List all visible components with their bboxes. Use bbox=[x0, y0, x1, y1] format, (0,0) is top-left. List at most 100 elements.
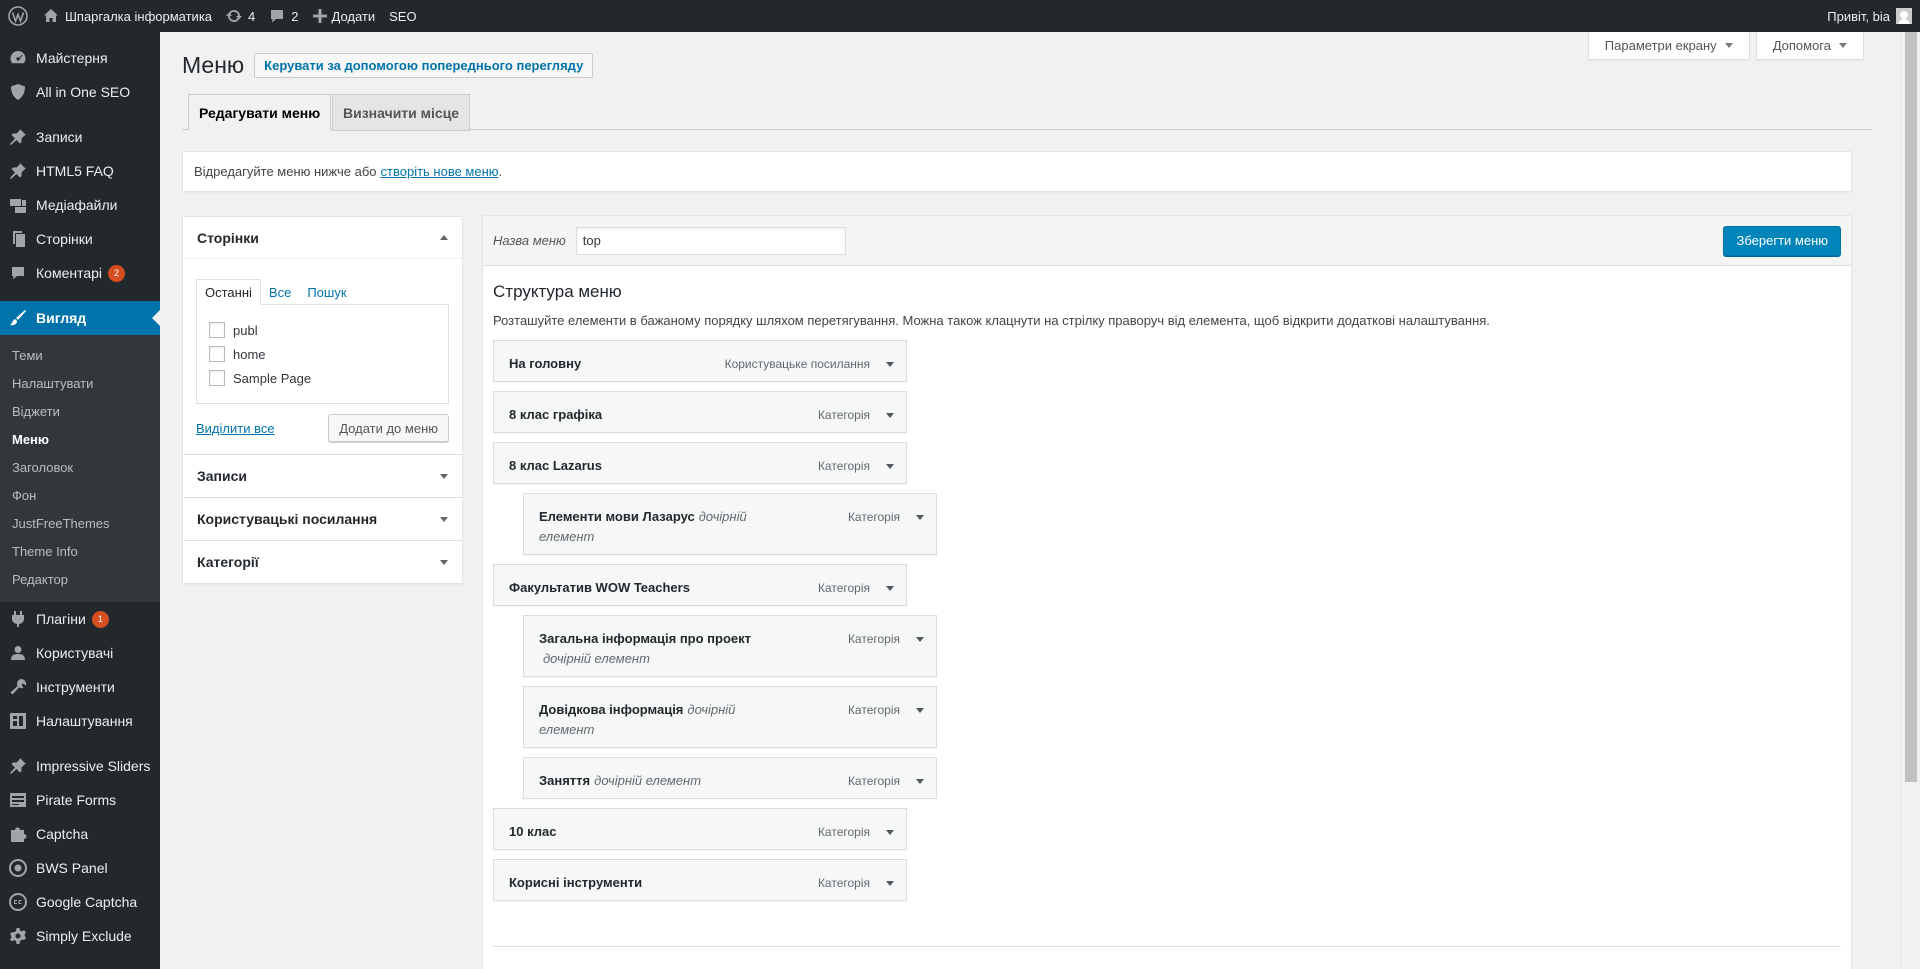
sidebar-item-impressive-sliders[interactable]: Impressive Sliders bbox=[0, 749, 160, 783]
categories-section-toggle[interactable]: Категорії bbox=[183, 541, 462, 583]
menu-item[interactable]: 8 клас графіка Категорія bbox=[493, 391, 907, 433]
settings-icon bbox=[7, 711, 29, 731]
menu-item[interactable]: Корисні інструменти Категорія bbox=[493, 859, 907, 901]
tab-all[interactable]: Все bbox=[261, 279, 299, 305]
expand-arrow-icon[interactable] bbox=[916, 779, 924, 784]
help-button[interactable]: Допомога bbox=[1755, 32, 1864, 60]
greeting-text: Привіт, bia bbox=[1827, 8, 1890, 24]
submenu-item-justfreethemes[interactable]: JustFreeThemes bbox=[0, 510, 160, 538]
scrollbar-thumb[interactable] bbox=[1905, 32, 1917, 782]
sidebar-item-html5faq[interactable]: HTML5 FAQ bbox=[0, 154, 160, 188]
submenu-item-header[interactable]: Заголовок bbox=[0, 454, 160, 482]
expand-arrow-icon[interactable] bbox=[886, 586, 894, 591]
menu-item-type: Категорія bbox=[817, 408, 870, 422]
page-checkbox-label: home bbox=[233, 346, 266, 362]
sidebar-item-simply-exclude[interactable]: Simply Exclude bbox=[0, 919, 160, 953]
menu-item-child[interactable]: Довідкова інформація дочірній елемент Кат… bbox=[523, 686, 937, 748]
comments-link[interactable]: 2 bbox=[262, 0, 305, 32]
menu-item-child[interactable]: Заняття дочірній елемент Категорія bbox=[523, 757, 937, 799]
sidebar-label-media: Медіафайли bbox=[36, 197, 118, 213]
page-checkbox-label: publ bbox=[233, 322, 258, 338]
pages-checklist: publ home Sample Page bbox=[196, 304, 449, 404]
submenu-item-editor[interactable]: Редактор bbox=[0, 566, 160, 594]
caret-down-icon bbox=[1839, 43, 1847, 48]
divider bbox=[493, 946, 1841, 947]
sidebar-item-plugins[interactable]: Плагіни 1 bbox=[0, 602, 160, 636]
sidebar-item-pages[interactable]: Сторінки bbox=[0, 222, 160, 256]
custom-links-section-toggle[interactable]: Користувацькі посилання bbox=[183, 498, 462, 540]
site-name-link[interactable]: Шпаргалка інформатика bbox=[36, 0, 219, 32]
save-menu-button[interactable]: Зберегти меню bbox=[1723, 225, 1841, 256]
page-checkbox[interactable] bbox=[209, 322, 225, 338]
manage-with-live-preview-button[interactable]: Керувати за допомогою попереднього перег… bbox=[254, 53, 594, 78]
submenu-item-background[interactable]: Фон bbox=[0, 482, 160, 510]
menu-item[interactable]: На головну Користувацьке посилання bbox=[493, 340, 907, 382]
page-scrollbar[interactable] bbox=[1900, 32, 1920, 969]
sidebar-item-media[interactable]: Медіафайли bbox=[0, 188, 160, 222]
expand-arrow-icon[interactable] bbox=[916, 515, 924, 520]
menu-item[interactable]: 10 клас Категорія bbox=[493, 808, 907, 850]
sub-item-label: дочірній елемент bbox=[543, 651, 650, 666]
add-to-menu-button[interactable]: Додати до меню bbox=[328, 414, 449, 442]
sidebar-item-users[interactable]: Користувачі bbox=[0, 636, 160, 670]
menu-item-child[interactable]: Елементи мови Лазарус дочірній елемент Ка… bbox=[523, 493, 937, 555]
menu-name-input[interactable]: top bbox=[575, 226, 846, 255]
sidebar-item-aioseo[interactable]: All in One SEO bbox=[0, 75, 160, 109]
sub-item-label: дочірній елемент bbox=[594, 773, 702, 788]
sidebar-item-appearance[interactable]: Вигляд bbox=[0, 301, 160, 335]
pages-section-toggle[interactable]: Сторінки bbox=[183, 217, 462, 259]
sidebar-item-dashboard[interactable]: Майстерня bbox=[0, 41, 160, 75]
posts-section-toggle[interactable]: Записи bbox=[183, 455, 462, 497]
menu-item-child[interactable]: Загальна інформація про проект дочірній е… bbox=[523, 615, 937, 677]
updates-icon bbox=[226, 9, 243, 22]
tab-manage-locations[interactable]: Визначити місце bbox=[332, 94, 471, 131]
pages-icon bbox=[7, 229, 29, 249]
sidebar-label-posts: Записи bbox=[36, 129, 83, 145]
page-checkbox[interactable] bbox=[209, 370, 225, 386]
sidebar-item-posts[interactable]: Записи bbox=[0, 120, 160, 154]
submenu-item-customize[interactable]: Налаштувати bbox=[0, 370, 160, 398]
expand-arrow-icon[interactable] bbox=[916, 708, 924, 713]
my-account-link[interactable]: Привіт, bia bbox=[1820, 0, 1920, 32]
brush-icon bbox=[7, 308, 29, 328]
menu-item[interactable]: 8 клас Lazarus Категорія bbox=[493, 442, 907, 484]
create-new-menu-link[interactable]: створіть нове меню bbox=[381, 164, 499, 179]
expand-arrow-icon[interactable] bbox=[886, 413, 894, 418]
tab-recent[interactable]: Останні bbox=[196, 279, 261, 305]
wordpress-logo-icon[interactable] bbox=[0, 0, 36, 32]
sidebar-item-captcha[interactable]: Captcha bbox=[0, 817, 160, 851]
new-content-link[interactable]: Додати bbox=[306, 0, 383, 32]
sidebar-item-bws-panel[interactable]: BWS Panel bbox=[0, 851, 160, 885]
list-item[interactable]: Sample Page bbox=[209, 366, 436, 390]
submenu-item-widgets[interactable]: Віджети bbox=[0, 398, 160, 426]
seo-link[interactable]: SEO bbox=[382, 0, 423, 32]
expand-arrow-icon[interactable] bbox=[886, 881, 894, 886]
media-icon bbox=[7, 195, 29, 215]
tab-edit-menus[interactable]: Редагувати меню bbox=[188, 94, 332, 131]
sidebar-item-google-captcha[interactable]: Google Captcha bbox=[0, 885, 160, 919]
submenu-item-theme-info[interactable]: Theme Info bbox=[0, 538, 160, 566]
updates-link[interactable]: 4 bbox=[219, 0, 262, 32]
submenu-item-themes[interactable]: Теми bbox=[0, 342, 160, 370]
wrench-icon bbox=[7, 677, 29, 697]
sidebar-item-comments[interactable]: Коментарі 2 bbox=[0, 256, 160, 290]
expand-arrow-icon[interactable] bbox=[886, 464, 894, 469]
help-label: Допомога bbox=[1772, 38, 1831, 53]
sidebar-item-settings[interactable]: Налаштування bbox=[0, 704, 160, 738]
menu-item[interactable]: Факультатив WOW Teachers Категорія bbox=[493, 564, 907, 606]
list-item[interactable]: publ bbox=[209, 318, 436, 342]
screen-options-button[interactable]: Параметри екрану bbox=[1587, 32, 1750, 60]
sidebar-item-tools[interactable]: Інструменти bbox=[0, 670, 160, 704]
submenu-item-menus[interactable]: Меню bbox=[0, 426, 160, 454]
select-all-link[interactable]: Виділити все bbox=[196, 421, 275, 436]
sidebar-item-pirate-forms[interactable]: Pirate Forms bbox=[0, 783, 160, 817]
menu-item-title: Довідкова інформація bbox=[539, 702, 684, 717]
users-icon bbox=[7, 643, 29, 663]
list-item[interactable]: home bbox=[209, 342, 436, 366]
page-checkbox[interactable] bbox=[209, 346, 225, 362]
expand-arrow-icon[interactable] bbox=[886, 362, 894, 367]
expand-arrow-icon[interactable] bbox=[916, 637, 924, 642]
expand-arrow-icon[interactable] bbox=[886, 830, 894, 835]
menu-item-title-wrap: Елементи мови Лазарус дочірній елемент bbox=[539, 507, 759, 547]
tab-search[interactable]: Пошук bbox=[299, 279, 354, 305]
